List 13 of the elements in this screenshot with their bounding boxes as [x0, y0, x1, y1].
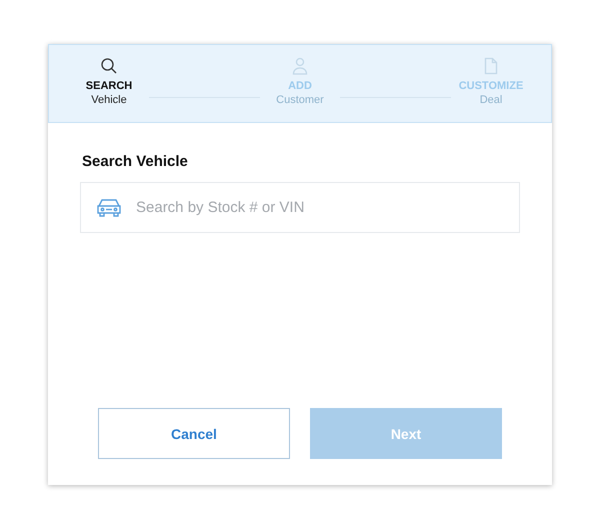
cancel-button[interactable]: Cancel	[98, 408, 290, 459]
step-subtitle: Customer	[276, 94, 324, 106]
search-field[interactable]: Search by Stock # or VIN	[80, 182, 520, 233]
document-icon	[482, 57, 500, 75]
step-subtitle: Vehicle	[91, 94, 127, 106]
car-icon	[96, 197, 122, 217]
person-icon	[291, 57, 309, 75]
step-title: CUSTOMIZE	[458, 80, 524, 92]
step-title: ADD	[288, 80, 312, 92]
step-subtitle: Deal	[480, 94, 502, 106]
step-title: SEARCH	[86, 80, 132, 92]
section-heading: Search Vehicle	[82, 153, 189, 170]
search-icon	[100, 57, 118, 75]
